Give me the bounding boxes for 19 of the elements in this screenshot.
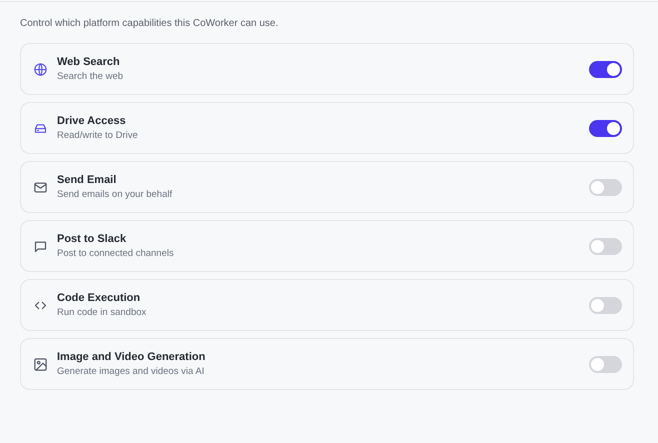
- capability-name: Send Email: [57, 174, 118, 186]
- capability-description: Post to connected channels: [57, 248, 175, 259]
- description-text: Control which platform capabilities this CoWorker can use.: [20, 18, 280, 29]
- capability-description: Send emails on your behalf: [57, 189, 174, 200]
- capability-description: Run code in sandbox: [57, 307, 148, 318]
- capability-name: Code Execution: [57, 292, 142, 304]
- toggle-switch[interactable]: [589, 178, 622, 196]
- capability-description: Read/write to Drive: [57, 130, 139, 141]
- capability-name: Post to Slack: [57, 233, 128, 245]
- capability-name: Image and Video Generation: [57, 351, 206, 363]
- toggle-switch[interactable]: [589, 296, 622, 314]
- toggle-switch[interactable]: [589, 238, 622, 254]
- toggle-switch[interactable]: [589, 60, 622, 78]
- capability-description: Search the web: [57, 71, 124, 82]
- capability-name: Web Search: [57, 56, 121, 68]
- capability-description: Generate images and videos via AI: [57, 366, 206, 377]
- toggle-switch[interactable]: [589, 120, 622, 136]
- toggle-switch[interactable]: [589, 356, 622, 372]
- capability-name: Drive Access: [57, 115, 127, 127]
